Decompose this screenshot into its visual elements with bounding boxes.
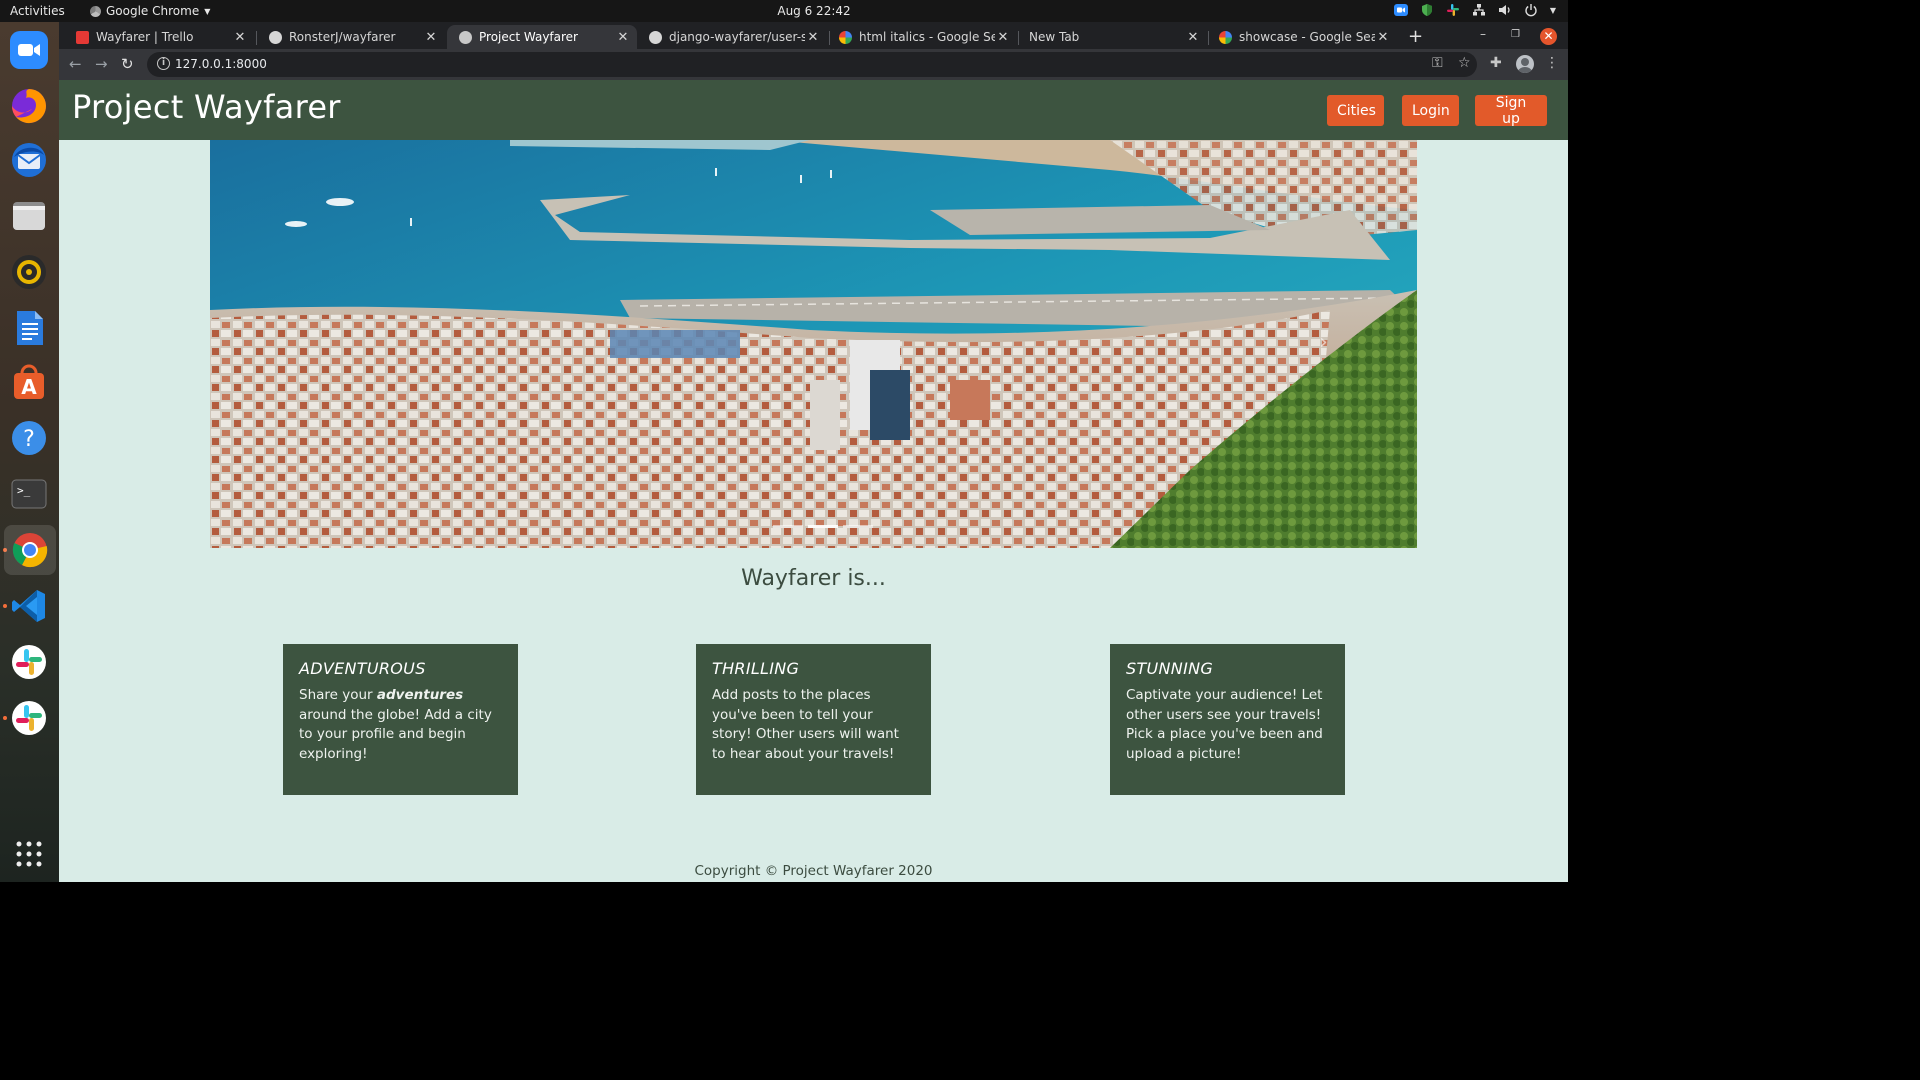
zoom-tray-icon[interactable]: [1393, 3, 1408, 17]
bookmark-star-icon[interactable]: ☆: [1458, 55, 1471, 71]
url-text[interactable]: 127.0.0.1:8000: [175, 57, 267, 71]
show-apps-icon[interactable]: [9, 834, 49, 874]
card-title: STUNNING: [1126, 659, 1214, 678]
dock: A ? >_: [0, 22, 59, 882]
svg-text:>_: >_: [17, 484, 31, 497]
libreoffice-writer-icon[interactable]: [9, 308, 49, 348]
close-icon[interactable]: ✕: [1375, 30, 1391, 45]
close-icon[interactable]: ✕: [995, 30, 1011, 45]
tab-github-wayfarer[interactable]: RonsterJ/wayfarer ✕: [257, 25, 445, 49]
card-emphasis: adventures: [376, 687, 464, 703]
site-info-icon[interactable]: i: [157, 57, 170, 70]
svg-text:A: A: [21, 375, 37, 399]
hero-carousel[interactable]: ›: [210, 140, 1417, 548]
github-favicon-icon: [269, 30, 282, 44]
footer-copyright: Copyright © Project Wayfarer 2020: [694, 863, 933, 879]
card-title: ADVENTUROUS: [299, 659, 426, 678]
github-favicon-icon: [649, 30, 662, 44]
tab-title: New Tab: [1029, 30, 1080, 44]
tab-title: html italics - Google Sear: [859, 30, 995, 44]
signup-button[interactable]: Sign up: [1475, 95, 1547, 127]
volume-icon[interactable]: [1498, 3, 1512, 17]
site-brand[interactable]: Project Wayfarer: [72, 88, 341, 126]
kebab-menu-icon[interactable]: ⋮: [1545, 55, 1559, 71]
key-icon[interactable]: ⚿: [1432, 55, 1443, 71]
carousel-indicator-active[interactable]: [808, 525, 838, 528]
chrome-icon[interactable]: [4, 525, 56, 575]
tab-strip: Wayfarer | Trello ✕ RonsterJ/wayfarer ✕ …: [59, 22, 1568, 49]
tab-showcase[interactable]: showcase - Google Search ✕: [1207, 25, 1397, 49]
shield-tray-icon[interactable]: [1420, 3, 1434, 17]
tab-project-wayfarer[interactable]: Project Wayfarer ✕: [447, 25, 637, 49]
network-icon[interactable]: [1472, 3, 1486, 17]
close-icon[interactable]: ✕: [1185, 30, 1201, 45]
close-icon[interactable]: ✕: [615, 30, 631, 45]
intro-heading: Wayfarer is...: [741, 566, 886, 591]
tab-title: django-wayfarer/user-st: [669, 30, 805, 44]
thunderbird-icon[interactable]: [9, 140, 49, 180]
google-favicon-icon: [1219, 30, 1232, 44]
tab-title: RonsterJ/wayfarer: [289, 30, 396, 44]
back-arrow-icon[interactable]: ←: [69, 55, 82, 73]
feature-card-adventurous: ADVENTUROUS Share your adventures around…: [283, 644, 518, 795]
clock[interactable]: Aug 6 22:42: [0, 4, 1628, 18]
tab-django-wayfarer[interactable]: django-wayfarer/user-st ✕: [637, 25, 827, 49]
system-top-bar: Activities Google Chrome ▼ Aug 6 22:42 ▼: [0, 0, 1568, 22]
slack-tray-icon[interactable]: [1446, 3, 1460, 17]
login-button[interactable]: Login: [1402, 95, 1459, 126]
close-icon[interactable]: ✕: [805, 30, 821, 45]
feature-card-thrilling: THRILLING Add posts to the places you've…: [696, 644, 931, 795]
card-title: THRILLING: [712, 659, 800, 678]
hero-image: [210, 140, 1417, 548]
running-indicator: [3, 716, 7, 720]
carousel-next-icon[interactable]: ›: [1319, 330, 1328, 355]
trello-favicon-icon: [76, 30, 89, 44]
tray-caret-icon[interactable]: ▼: [1550, 6, 1556, 15]
minimize-icon[interactable]: –: [1480, 27, 1486, 41]
software-center-icon[interactable]: A: [9, 362, 49, 402]
address-bar[interactable]: i 127.0.0.1:8000: [147, 52, 1477, 77]
tab-title: Wayfarer | Trello: [96, 30, 194, 44]
tab-new-tab[interactable]: New Tab ✕: [1017, 25, 1207, 49]
slack-icon[interactable]: [9, 698, 49, 738]
vscode-icon[interactable]: [9, 586, 49, 626]
carousel-indicator[interactable]: [773, 525, 803, 528]
card-text: Captivate your audience! Let other users…: [1126, 687, 1323, 762]
browser-toolbar: ← → ↻ i 127.0.0.1:8000 ⚿ ☆ ✚ ⋮: [59, 49, 1568, 80]
reload-icon[interactable]: ↻: [121, 55, 134, 73]
power-icon[interactable]: [1524, 3, 1538, 17]
zoom-icon[interactable]: [9, 30, 49, 70]
cities-button[interactable]: Cities: [1327, 95, 1384, 126]
close-icon[interactable]: ✕: [232, 30, 248, 45]
google-favicon-icon: [839, 30, 852, 44]
slack-icon[interactable]: [9, 642, 49, 682]
web-page: Project Wayfarer Cities Login Sign up › …: [59, 80, 1568, 882]
files-icon[interactable]: [9, 196, 49, 236]
forward-arrow-icon[interactable]: →: [95, 55, 108, 73]
tab-html-italics[interactable]: html italics - Google Sear ✕: [827, 25, 1017, 49]
window-close-icon[interactable]: ✕: [1540, 28, 1557, 45]
help-icon[interactable]: ?: [9, 418, 49, 458]
carousel-indicator[interactable]: [843, 525, 873, 528]
restore-icon[interactable]: ❐: [1511, 29, 1520, 40]
close-icon[interactable]: ✕: [423, 30, 439, 45]
new-tab-plus-icon[interactable]: +: [1408, 26, 1423, 47]
profile-avatar-icon[interactable]: [1516, 55, 1534, 73]
svg-text:?: ?: [23, 427, 35, 452]
tab-trello[interactable]: Wayfarer | Trello ✕: [64, 25, 254, 49]
running-indicator: [3, 604, 7, 608]
tab-title: Project Wayfarer: [479, 30, 578, 44]
rhythmbox-icon[interactable]: [9, 252, 49, 292]
feature-card-stunning: STUNNING Captivate your audience! Let ot…: [1110, 644, 1345, 795]
firefox-icon[interactable]: [9, 86, 49, 126]
card-text: Add posts to the places you've been to t…: [712, 687, 899, 762]
site-navbar: Project Wayfarer Cities Login Sign up: [59, 80, 1568, 140]
tab-title: showcase - Google Search: [1239, 30, 1375, 44]
extensions-puzzle-icon[interactable]: ✚: [1490, 55, 1502, 71]
terminal-icon[interactable]: >_: [9, 474, 49, 514]
system-tray[interactable]: ▼: [1393, 3, 1556, 17]
globe-favicon-icon: [459, 30, 472, 44]
card-text: Share your adventures around the globe! …: [299, 687, 492, 762]
